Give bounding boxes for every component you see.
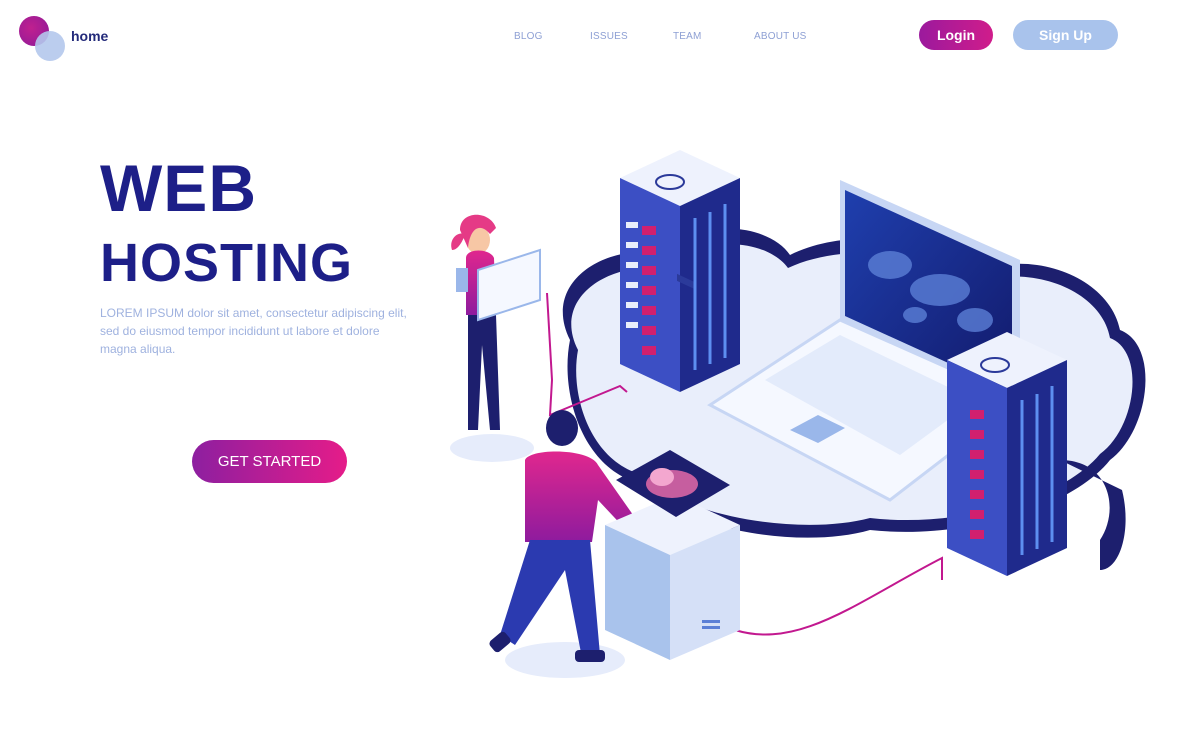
get-started-button[interactable]: GET STARTED (192, 440, 347, 483)
woman-figure (450, 214, 541, 462)
nav-link-team[interactable]: TEAM (673, 31, 702, 42)
hero-description: LOREM IPSUM dolor sit amet, consectetur … (100, 306, 407, 356)
web-hosting-illustration (450, 150, 1146, 678)
nav-link-issues[interactable]: ISSUES (590, 31, 628, 42)
logo-circle-blue (35, 31, 65, 61)
server-rack-right (947, 332, 1067, 576)
kiosk-terminal (605, 450, 740, 660)
hero-title-line-2: HOSTING (100, 233, 354, 293)
hero-title-line-1: WEB (100, 151, 257, 225)
login-button[interactable]: Login (919, 20, 993, 50)
nav-link-blog[interactable]: BLOG (514, 31, 543, 42)
sign-up-button[interactable]: Sign Up (1013, 20, 1118, 50)
server-rack-left (620, 150, 740, 392)
home-link[interactable]: home (71, 28, 108, 44)
nav-link-about-us[interactable]: ABOUT US (754, 31, 807, 42)
logo-icon[interactable] (16, 14, 68, 62)
